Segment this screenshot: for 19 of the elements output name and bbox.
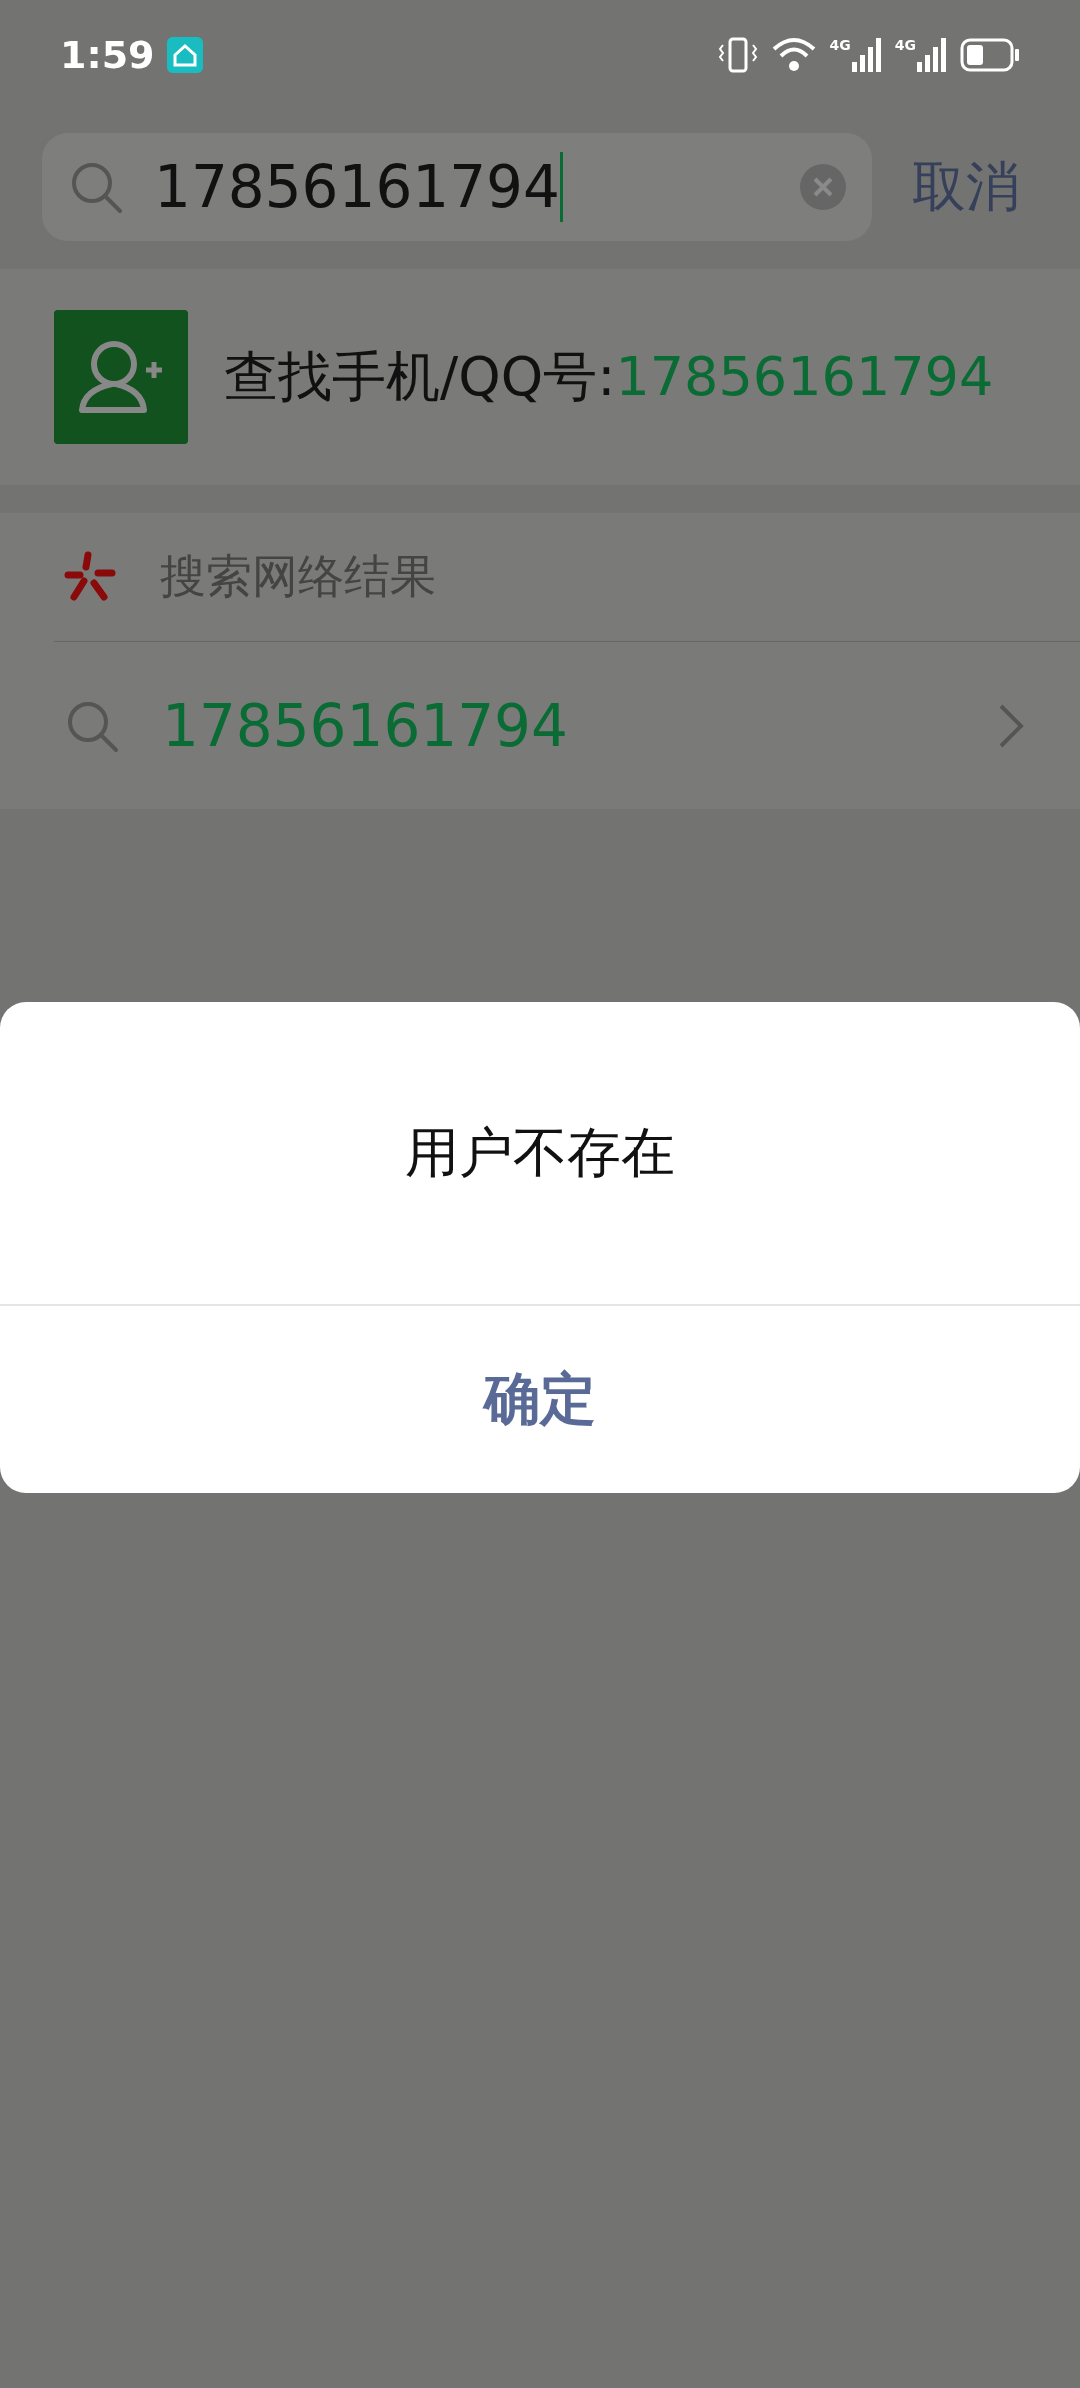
- signal-icon: [850, 38, 881, 72]
- search-text: 17856161794: [154, 153, 560, 221]
- signal-icon: [916, 38, 946, 72]
- add-contact-icon: [54, 310, 188, 444]
- search-field[interactable]: 17856161794: [42, 133, 872, 241]
- vibrate-icon: [717, 35, 758, 75]
- confirm-button[interactable]: 确定: [454, 1351, 626, 1448]
- find-contact-text: 查找手机/QQ号:17856161794: [224, 343, 994, 410]
- battery-icon: [960, 38, 1020, 72]
- asterisk-icon: [64, 551, 116, 603]
- network-type-label: 4G: [829, 38, 851, 52]
- wifi-icon: [771, 37, 816, 73]
- clear-icon[interactable]: [800, 164, 846, 210]
- chevron-icon: [998, 702, 1024, 749]
- clock: 1:59: [60, 33, 155, 77]
- network-type-label: 4G: [894, 38, 916, 52]
- home-icon: [166, 37, 203, 73]
- dialog-message: 用户不存在: [405, 1119, 675, 1186]
- find-contact-row[interactable]: 查找手机/QQ号:17856161794: [0, 269, 1080, 485]
